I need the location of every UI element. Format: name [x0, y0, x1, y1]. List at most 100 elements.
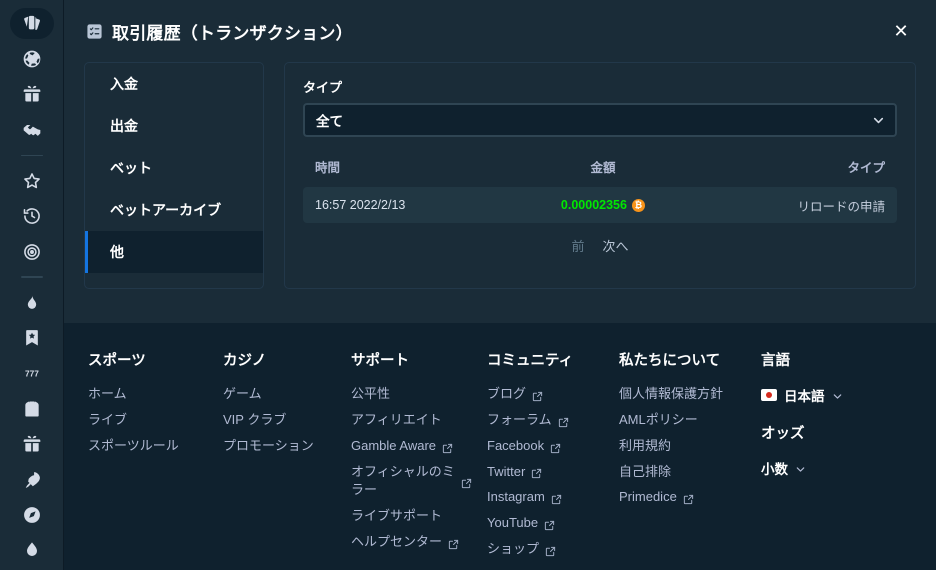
menu-item-withdraw[interactable]: 出金: [85, 105, 263, 147]
footer-link-primedice[interactable]: Primedice: [619, 488, 761, 507]
footer-link-label: プロモーション: [223, 437, 314, 453]
menu-item-label: ベット: [110, 160, 152, 176]
external-link-icon: [448, 537, 459, 550]
menu-item-other[interactable]: 他: [85, 231, 263, 273]
footer-link-terms[interactable]: 利用規約: [619, 437, 761, 456]
footer-link-live[interactable]: ライブ: [88, 411, 223, 430]
footer-link-games[interactable]: ゲーム: [223, 385, 351, 404]
footer-heading-about: 私たちについて: [619, 353, 721, 369]
rail-divider: [20, 154, 43, 157]
transaction-type-menu: 入金 出金 ベット ベットアーカイブ 他: [84, 62, 264, 289]
rail-item-favorites[interactable]: [10, 165, 54, 196]
external-link-icon: [531, 466, 542, 479]
column-header-time: 時間: [315, 161, 341, 175]
footer-link-shop[interactable]: ショップ: [487, 540, 619, 559]
rail-item-promotions[interactable]: [10, 428, 54, 459]
footer-link-official-mirror[interactable]: オフィシャルのミラー: [351, 463, 487, 501]
pagination-next-button[interactable]: 次へ: [603, 236, 629, 255]
odds-format-selector[interactable]: 小数: [761, 458, 871, 478]
rail-item-history[interactable]: [10, 201, 54, 232]
footer-link-instagram[interactable]: Instagram: [487, 488, 619, 507]
rail-item-challenges[interactable]: [10, 236, 54, 267]
footer-link-affiliate[interactable]: アフィリエイト: [351, 411, 487, 430]
footer-link-label: Instagram: [487, 489, 545, 505]
odds-selected-label: 小数: [761, 462, 788, 477]
footer-column-language: 言語 日本語 オッズ 小数: [761, 349, 871, 570]
type-select[interactable]: 全て: [303, 103, 897, 137]
footer-link-help-center[interactable]: ヘルプセンター: [351, 533, 487, 552]
external-link-icon: [461, 476, 472, 489]
footer-link-live-support[interactable]: ライブサポート: [351, 507, 487, 526]
water-drop-icon: [22, 540, 42, 560]
footer-link-label: ショップ: [487, 541, 540, 557]
footer-link-forum[interactable]: フォーラム: [487, 411, 619, 430]
external-link-icon: [683, 492, 694, 505]
pagination-prev-button[interactable]: 前: [571, 236, 584, 255]
language-selector[interactable]: 日本語: [761, 385, 871, 405]
menu-item-bets[interactable]: ベット: [85, 147, 263, 189]
footer-link-label: オフィシャルのミラー: [351, 463, 455, 498]
page-title: 取引履歴（トランザクション）: [112, 23, 353, 43]
menu-item-bet-archive[interactable]: ベットアーカイブ: [85, 189, 263, 231]
handshake-icon: [22, 120, 42, 140]
rail-item-trending[interactable]: [10, 287, 54, 318]
app-root: 777 取引履歴（トランザクション） ✕ 入金 出金 ベット ベットアーカイブ …: [0, 0, 936, 570]
footer-column-support: サポート 公平性 アフィリエイト Gamble Aware オフィシャルのミラー…: [351, 349, 487, 570]
footer-link-self-exclusion[interactable]: 自己排除: [619, 463, 761, 482]
rail-divider-2: [20, 276, 43, 278]
external-link-icon: [545, 544, 556, 557]
chevron-down-icon: [832, 390, 843, 401]
footer-link-label: 公平性: [351, 386, 391, 401]
menu-item-label: 出金: [110, 118, 138, 134]
footer-heading-casino: カジノ: [223, 353, 267, 369]
transactions-panel: タイプ 全て 時間 金額 タイプ 16:57 2022/2/13 0.00002…: [284, 62, 916, 289]
footer-link-gamble-aware[interactable]: Gamble Aware: [351, 437, 487, 456]
rail-item-slots[interactable]: 777: [10, 358, 54, 389]
footer-link-privacy-policy[interactable]: 個人情報保護方針: [619, 385, 761, 404]
type-filter: 全て: [303, 103, 897, 137]
japan-flag-icon: [761, 389, 777, 401]
gift-box-icon: [22, 434, 42, 454]
footer-link-label: Primedice: [619, 489, 677, 505]
footer-link-aml-policy[interactable]: AMLポリシー: [619, 411, 761, 430]
jersey-icon: [22, 399, 42, 419]
modal-header: 取引履歴（トランザクション）: [84, 0, 916, 62]
cell-time: 16:57 2022/2/13: [303, 187, 516, 223]
rail-item-bookmarks[interactable]: [10, 322, 54, 353]
footer-link-twitter[interactable]: Twitter: [487, 463, 619, 482]
footer-column-community: コミュニティ ブログ フォーラム Facebook Twitter Instag…: [487, 349, 619, 570]
footer-link-promotions[interactable]: プロモーション: [223, 437, 351, 456]
footer-link-label: 個人情報保護方針: [619, 386, 724, 401]
footer-link-label: Twitter: [487, 463, 526, 479]
star-icon: [22, 171, 42, 191]
rail-item-sports[interactable]: [10, 43, 54, 74]
rail-item-affiliate[interactable]: [10, 114, 54, 145]
cell-type: リロードの申請: [690, 187, 897, 223]
close-icon[interactable]: ✕: [888, 18, 914, 44]
footer-link-facebook[interactable]: Facebook: [487, 437, 619, 456]
rail-item-originals[interactable]: [10, 464, 54, 495]
footer-link-youtube[interactable]: YouTube: [487, 514, 619, 533]
rail-item-drops[interactable]: [10, 535, 54, 566]
rail-item-cards[interactable]: [9, 8, 54, 40]
rocket-icon: [22, 470, 42, 490]
footer-column-casino: カジノ ゲーム VIP クラブ プロモーション: [223, 349, 351, 570]
footer-heading-sports: スポーツ: [88, 353, 146, 369]
footer-link-vip-club[interactable]: VIP クラブ: [223, 411, 351, 430]
footer-heading-support: サポート: [351, 353, 409, 369]
footer-link-sports-rules[interactable]: スポーツルール: [88, 437, 223, 456]
rail-item-jersey[interactable]: [10, 393, 54, 424]
footer-link-label: フォーラム: [487, 411, 552, 427]
footer-link-blog[interactable]: ブログ: [487, 385, 619, 404]
filter-label: タイプ: [303, 80, 343, 95]
menu-item-label: 入金: [110, 76, 138, 92]
rail-item-gift[interactable]: [10, 79, 54, 110]
menu-item-deposit[interactable]: 入金: [85, 63, 263, 105]
footer-link-home[interactable]: ホーム: [88, 385, 223, 404]
footer-link-label: ブログ: [487, 386, 527, 401]
rail-item-explore[interactable]: [10, 499, 54, 530]
table-row[interactable]: 16:57 2022/2/13 0.00002356 ₿ リロードの申請: [303, 187, 897, 223]
footer-link-fairness[interactable]: 公平性: [351, 385, 487, 404]
footer-link-label: ライブサポート: [351, 508, 443, 524]
footer-link-label: 自己排除: [619, 463, 672, 479]
